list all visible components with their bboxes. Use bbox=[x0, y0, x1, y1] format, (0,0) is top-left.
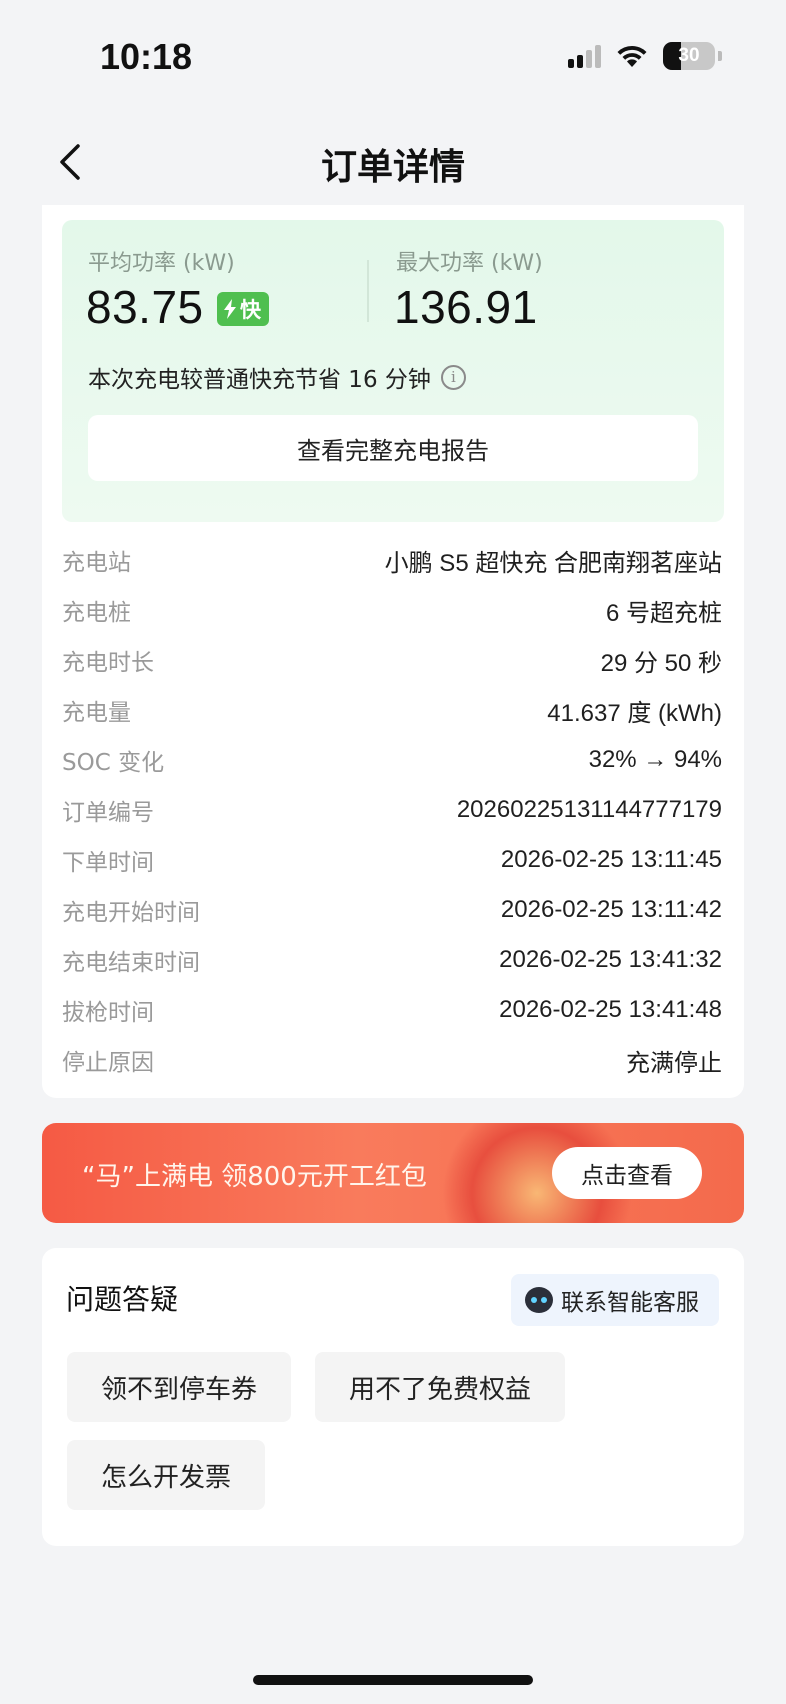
detail-label: 充电量 bbox=[62, 700, 131, 726]
detail-value: 20260225131144777179 bbox=[456, 796, 722, 823]
home-indicator[interactable] bbox=[253, 1675, 533, 1685]
status-icons: 30 bbox=[568, 42, 722, 70]
detail-value: 29 分 50 秒 bbox=[600, 649, 722, 677]
faq-chip-invoice[interactable]: 怎么开发票 bbox=[67, 1440, 266, 1510]
battery-icon: 30 bbox=[663, 42, 715, 70]
detail-label: 充电站 bbox=[62, 550, 131, 576]
status-time: 10:18 bbox=[100, 36, 193, 77]
nav-bar: 订单详情 bbox=[0, 120, 786, 204]
lightning-icon bbox=[224, 299, 236, 319]
detail-row-order-number: 订单编号 20260225131144777179 bbox=[62, 785, 722, 835]
contact-support-button[interactable]: 联系智能客服 bbox=[511, 1274, 719, 1326]
detail-row-unplug-time: 拔枪时间 2026-02-25 13:41:48 bbox=[62, 985, 722, 1035]
promo-text: “马”上满电 领800元开工红包 bbox=[82, 1162, 427, 1192]
detail-label: 拔枪时间 bbox=[62, 1000, 154, 1026]
max-power-label: 最大功率 (kW) bbox=[396, 251, 543, 276]
detail-label: 停止原因 bbox=[62, 1050, 154, 1076]
battery-nub bbox=[718, 51, 722, 61]
wifi-icon bbox=[617, 45, 647, 67]
detail-row-order-time: 下单时间 2026-02-25 13:11:45 bbox=[62, 835, 722, 885]
detail-value: 充满停止 bbox=[626, 1049, 722, 1077]
detail-value: 2026-02-25 13:41:32 bbox=[499, 946, 722, 973]
time-saving-text: 本次充电较普通快充节省 16 分钟 bbox=[88, 367, 431, 393]
faq-card: 问题答疑 联系智能客服 领不到停车券 用不了免费权益 怎么开发票 bbox=[42, 1248, 744, 1546]
detail-value: 6 号超充桩 bbox=[605, 599, 722, 627]
promo-banner[interactable]: “马”上满电 领800元开工红包 点击查看 bbox=[42, 1123, 744, 1223]
battery-percent: 30 bbox=[678, 45, 700, 66]
detail-row-soc: SOC 变化 32% → 94% bbox=[62, 735, 722, 785]
detail-value: 32% → 94% bbox=[588, 746, 722, 773]
detail-row-station: 充电站 小鹏 S5 超快充 合肥南翔茗座站 bbox=[62, 535, 722, 585]
detail-label: 充电时长 bbox=[62, 650, 154, 676]
detail-list: 充电站 小鹏 S5 超快充 合肥南翔茗座站 充电桩 6 号超充桩 充电时长 29… bbox=[62, 535, 722, 1085]
detail-label: 充电桩 bbox=[62, 600, 131, 626]
view-report-button[interactable]: 查看完整充电报告 bbox=[88, 415, 698, 481]
robot-icon bbox=[525, 1287, 553, 1313]
detail-label: 充电开始时间 bbox=[62, 900, 200, 926]
page-title: 订单详情 bbox=[320, 147, 465, 188]
detail-row-start-time: 充电开始时间 2026-02-25 13:11:42 bbox=[62, 885, 722, 935]
faq-title: 问题答疑 bbox=[66, 1283, 179, 1316]
detail-row-pile: 充电桩 6 号超充桩 bbox=[62, 585, 722, 635]
status-bar: 10:18 30 bbox=[0, 0, 786, 110]
detail-value: 41.637 度 (kWh) bbox=[547, 699, 722, 727]
order-detail-card: 平均功率 (kW) 83.75 快 最大功率 (kW) 136.91 本次充电较… bbox=[42, 205, 744, 1098]
detail-value: 2026-02-25 13:11:45 bbox=[500, 846, 722, 873]
detail-value: 2026-02-25 13:41:48 bbox=[499, 996, 722, 1023]
max-power-value: 136.91 bbox=[394, 281, 538, 333]
promo-view-button[interactable]: 点击查看 bbox=[552, 1147, 702, 1199]
detail-row-duration: 充电时长 29 分 50 秒 bbox=[62, 635, 722, 685]
fast-badge-label: 快 bbox=[240, 298, 261, 322]
detail-label: SOC 变化 bbox=[62, 750, 165, 776]
faq-chips: 领不到停车券 用不了免费权益 怎么开发票 bbox=[67, 1352, 727, 1510]
fast-charge-badge: 快 bbox=[217, 292, 269, 326]
panel-divider bbox=[367, 260, 369, 322]
detail-label: 订单编号 bbox=[62, 800, 154, 826]
time-saving-note: 本次充电较普通快充节省 16 分钟 i bbox=[88, 360, 466, 394]
faq-chip-parking[interactable]: 领不到停车券 bbox=[67, 1352, 292, 1422]
info-icon[interactable]: i bbox=[440, 364, 466, 390]
detail-value: 小鹏 S5 超快充 合肥南翔茗座站 bbox=[384, 549, 722, 577]
power-summary-panel: 平均功率 (kW) 83.75 快 最大功率 (kW) 136.91 本次充电较… bbox=[62, 220, 724, 522]
detail-label: 充电结束时间 bbox=[62, 950, 200, 976]
faq-chip-benefits[interactable]: 用不了免费权益 bbox=[315, 1352, 566, 1422]
detail-row-end-time: 充电结束时间 2026-02-25 13:41:32 bbox=[62, 935, 722, 985]
detail-row-stop-reason: 停止原因 充满停止 bbox=[62, 1035, 722, 1085]
detail-value: 2026-02-25 13:11:42 bbox=[500, 896, 722, 923]
contact-support-label: 联系智能客服 bbox=[561, 1290, 699, 1316]
detail-label: 下单时间 bbox=[62, 850, 154, 876]
avg-power-label: 平均功率 (kW) bbox=[88, 251, 235, 276]
cellular-signal-icon bbox=[568, 44, 601, 68]
avg-power-value: 83.75 bbox=[86, 281, 204, 333]
detail-row-energy: 充电量 41.637 度 (kWh) bbox=[62, 685, 722, 735]
